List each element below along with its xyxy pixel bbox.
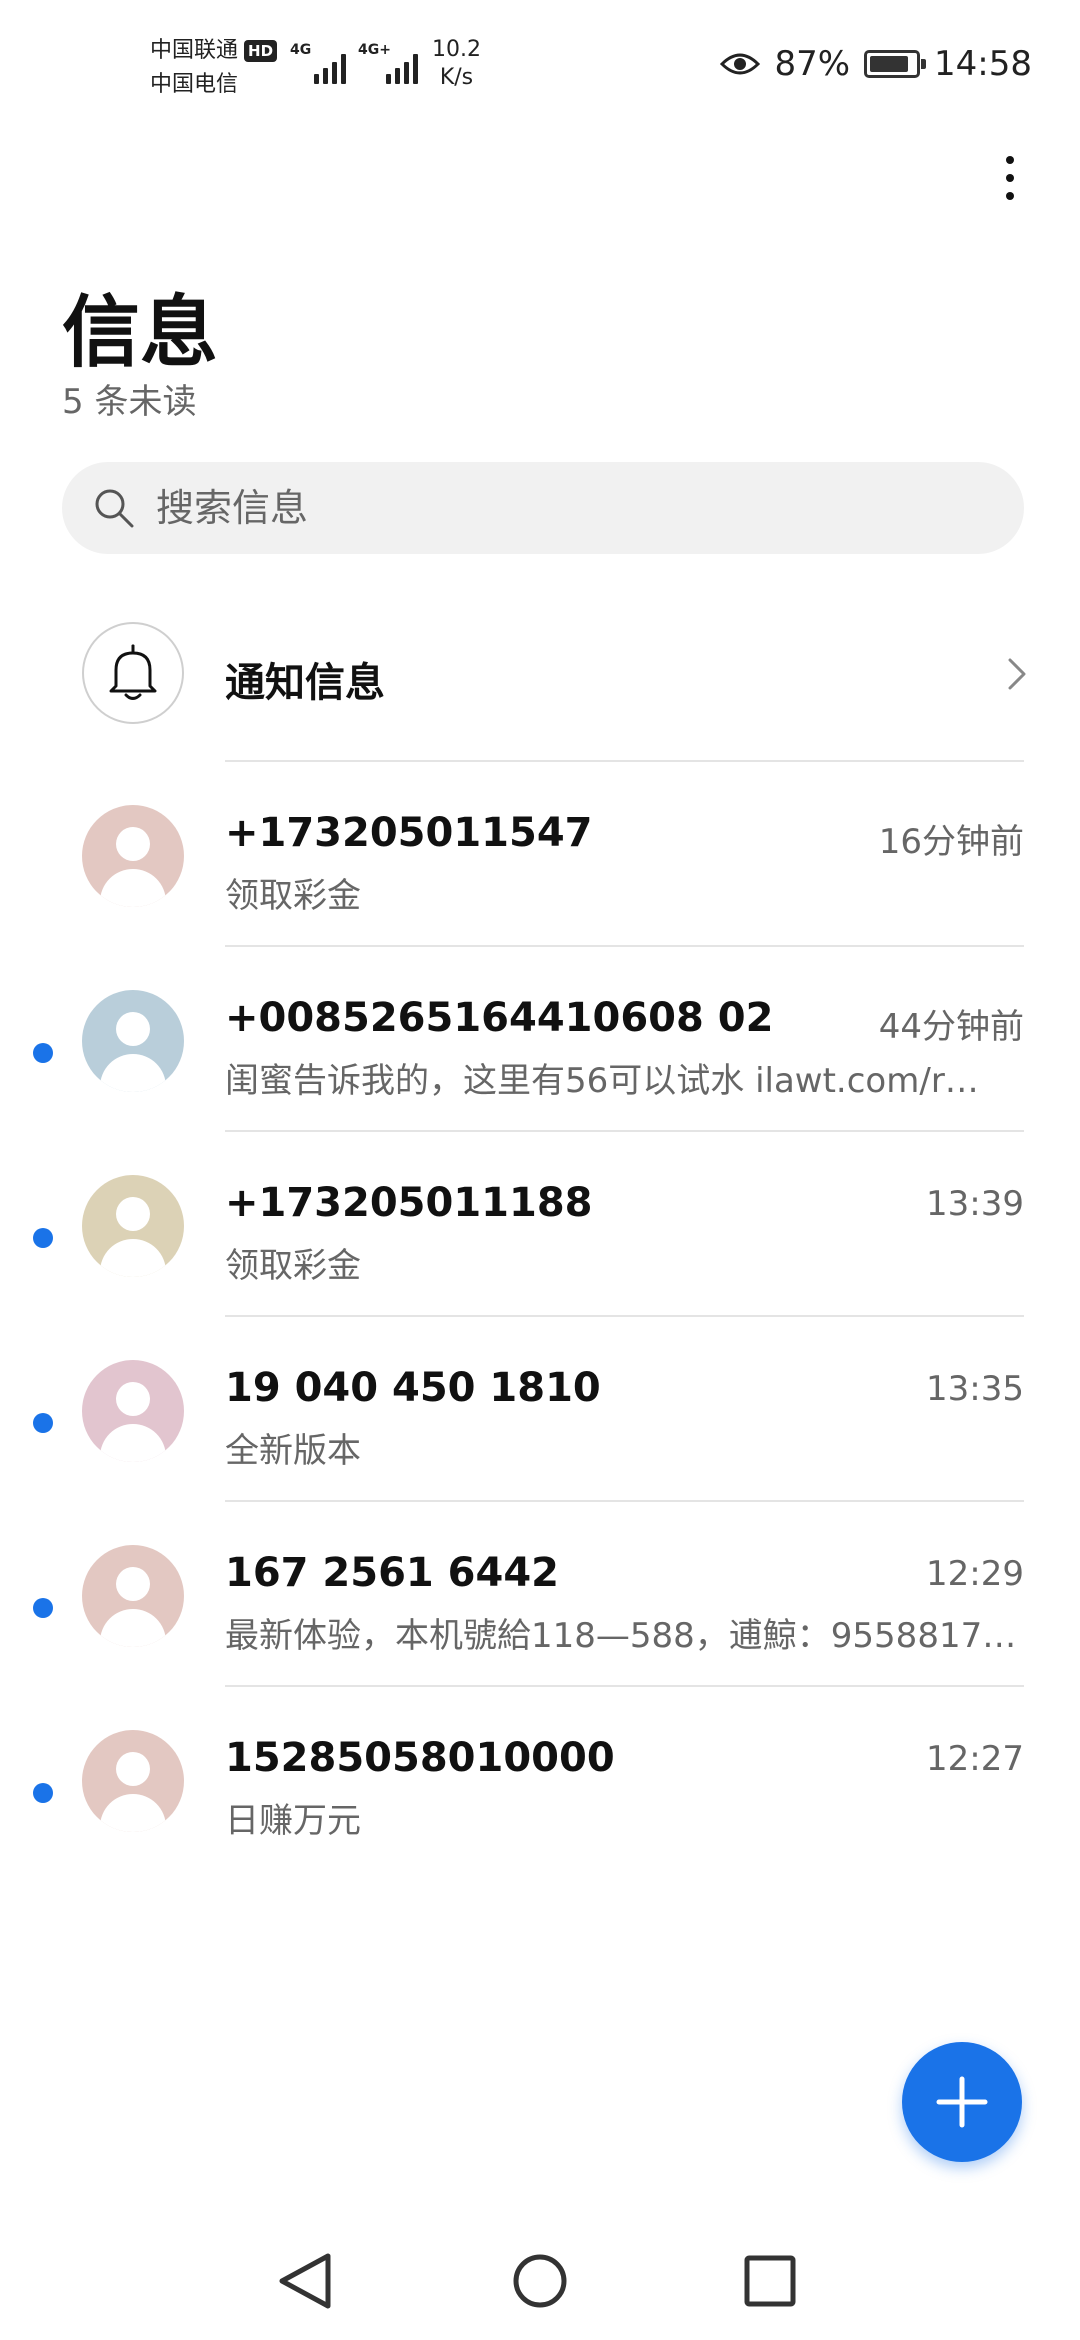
message-preview: 闺蜜告诉我的，这里有56可以试水 ilawt.com/r… — [225, 1061, 979, 1101]
avatar-head — [116, 1752, 150, 1786]
conversation-row-4[interactable]: 19 040 450 1810 13:35 全新版本 — [0, 1315, 1080, 1500]
contact-avatar — [82, 805, 184, 907]
circle-home-icon[interactable] — [505, 2246, 575, 2316]
more-options-button[interactable] — [980, 148, 1040, 208]
contact-avatar — [82, 1360, 184, 1462]
message-time: 13:39 — [926, 1184, 1024, 1224]
search-icon — [95, 489, 134, 528]
more-vertical-icon — [1006, 156, 1014, 164]
contact-avatar — [82, 990, 184, 1092]
conversation-row-5[interactable]: 167 2561 6442 12:29 最新体验，本机號給118—588，逋鯨：… — [0, 1500, 1080, 1685]
status-bar: 中国联通 HD 中国电信 4G 4G+ 10.2 K/s 87% 14:58 — [0, 0, 1080, 130]
battery-fill — [870, 56, 908, 72]
chevron-right-icon — [1008, 658, 1026, 690]
hd-badge: HD — [244, 40, 278, 62]
sender-number: +173205011547 — [225, 810, 593, 856]
row-divider — [225, 1685, 1024, 1687]
clock: 14:58 — [934, 44, 1032, 84]
more-dot — [1006, 192, 1014, 200]
triangle-back-icon[interactable] — [270, 2246, 340, 2316]
network-speed: 10.2 K/s — [432, 36, 481, 92]
battery-icon — [864, 50, 927, 78]
message-time: 12:27 — [926, 1739, 1024, 1779]
row-divider — [225, 1315, 1024, 1317]
sender-number: 167 2561 6442 — [225, 1550, 560, 1596]
battery-percent: 87% — [774, 44, 851, 84]
conversation-row-6[interactable]: 15285058010000 12:27 日赚万元 — [0, 1685, 1080, 1870]
status-right: 87% 14:58 — [720, 44, 1032, 84]
conversation-row-2[interactable]: +0085265164410608 02 44分钟前 闺蜜告诉我的，这里有56可… — [0, 945, 1080, 1130]
more-dot — [1006, 174, 1014, 182]
signal-icon-sim2: 4G+ — [358, 42, 418, 84]
contact-avatar — [82, 1175, 184, 1277]
avatar-body — [100, 1609, 166, 1647]
message-preview: 领取彩金 — [225, 1246, 361, 1286]
unread-dot — [33, 1598, 53, 1618]
network-speed-value: 10.2 — [432, 37, 481, 62]
contact-avatar — [82, 1730, 184, 1832]
avatar-head — [116, 827, 150, 861]
signal-icon-sim1: 4G — [290, 42, 346, 84]
square-recents-icon[interactable] — [735, 2246, 805, 2316]
sender-number: 15285058010000 — [225, 1735, 615, 1781]
carrier-2-name: 中国电信 — [150, 72, 239, 97]
conversation-row-1[interactable]: +173205011547 16分钟前 领取彩金 — [0, 760, 1080, 945]
unread-dot — [33, 1228, 53, 1248]
eye-icon — [720, 53, 761, 75]
sender-number: 19 040 450 1810 — [225, 1365, 601, 1411]
message-time: 12:29 — [926, 1554, 1024, 1594]
sender-number: +0085265164410608 02 — [225, 995, 774, 1041]
bell-avatar — [82, 622, 184, 724]
conversation-row-3[interactable]: +173205011188 13:39 领取彩金 — [0, 1130, 1080, 1315]
unread-summary: 5 条未读 — [62, 382, 197, 422]
avatar-head — [116, 1197, 150, 1231]
search-bar[interactable] — [62, 462, 1024, 554]
unread-dot — [33, 1413, 53, 1433]
bell-icon — [109, 644, 157, 700]
avatar-body — [100, 1794, 166, 1832]
network-type-sim2: 4G+ — [358, 42, 391, 58]
search-input[interactable] — [156, 486, 976, 530]
message-preview: 全新版本 — [225, 1431, 361, 1471]
network-type-sim1: 4G — [290, 42, 312, 58]
messages-screen: 中国联通 HD 中国电信 4G 4G+ 10.2 K/s 87% 14:58 信… — [0, 0, 1080, 2340]
message-preview: 日赚万元 — [225, 1801, 361, 1841]
unread-dot — [33, 1783, 53, 1803]
message-time: 44分钟前 — [878, 1007, 1024, 1047]
conversation-list: +173205011547 16分钟前 领取彩金 +00852651644106… — [0, 760, 1080, 1870]
message-time: 13:35 — [926, 1369, 1024, 1409]
row-divider — [225, 1500, 1024, 1502]
avatar-body — [100, 1054, 166, 1092]
avatar-head — [116, 1382, 150, 1416]
message-preview: 最新体验，本机號給118—588，逋鯨：9558817… — [225, 1616, 1017, 1656]
notification-messages-entry[interactable]: 通知信息 — [0, 610, 1080, 760]
message-time: 16分钟前 — [878, 822, 1024, 862]
avatar-body — [100, 869, 166, 907]
contact-avatar — [82, 1545, 184, 1647]
row-divider — [225, 945, 1024, 947]
new-message-button[interactable] — [902, 2042, 1022, 2162]
message-preview: 领取彩金 — [225, 876, 361, 916]
avatar-body — [100, 1424, 166, 1462]
unread-dot — [33, 1043, 53, 1063]
plus-icon — [936, 2076, 988, 2128]
row-divider — [225, 760, 1024, 762]
avatar-body — [100, 1239, 166, 1277]
carrier-info: 中国联通 HD 中国电信 — [150, 34, 278, 102]
system-navigation-bar — [0, 2220, 1080, 2340]
sender-number: +173205011188 — [225, 1180, 593, 1226]
avatar-head — [116, 1012, 150, 1046]
notification-label: 通知信息 — [225, 660, 385, 706]
page-title: 信息 — [62, 288, 219, 378]
signal-indicators: 4G 4G+ — [290, 42, 418, 84]
row-divider — [225, 1130, 1024, 1132]
avatar-head — [116, 1567, 150, 1601]
carrier-1-name: 中国联通 — [150, 38, 239, 63]
network-speed-unit: K/s — [439, 65, 474, 90]
